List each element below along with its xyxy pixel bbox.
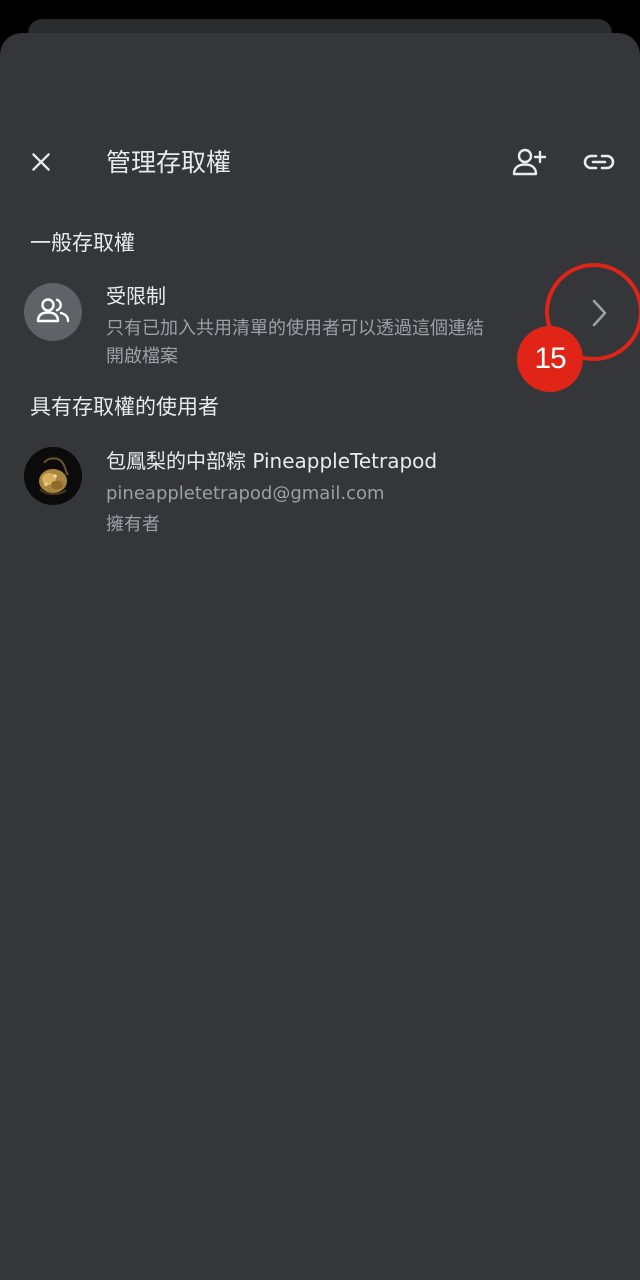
general-access-description: 只有已加入共用清單的使用者可以透過這個連結	[106, 318, 484, 339]
people-icon	[36, 297, 70, 327]
page-title: 管理存取權	[106, 148, 232, 177]
add-people-button[interactable]	[505, 143, 553, 185]
general-access-heading: 一般存取權	[30, 231, 135, 255]
user-email: pineappletetrapod@gmail.com	[106, 483, 385, 504]
step-number-badge: 15	[517, 326, 583, 392]
link-icon	[583, 153, 615, 175]
manage-access-sheet	[0, 33, 640, 1280]
person-add-icon	[511, 147, 547, 181]
general-access-expand-button[interactable]	[582, 296, 616, 334]
general-access-description-cont: 開啟檔案	[106, 346, 178, 367]
user-name: 包鳳梨的中部粽 PineappleTetrapod	[106, 449, 438, 473]
people-with-access-heading: 具有存取權的使用者	[30, 395, 219, 419]
user-role: 擁有者	[106, 514, 160, 535]
general-access-title[interactable]: 受限制	[106, 282, 166, 310]
avatar	[24, 447, 82, 505]
close-icon	[28, 149, 54, 179]
restricted-access-avatar	[24, 283, 82, 341]
chevron-right-icon	[589, 297, 609, 333]
close-button[interactable]	[20, 143, 62, 185]
copy-link-button[interactable]	[577, 143, 621, 185]
